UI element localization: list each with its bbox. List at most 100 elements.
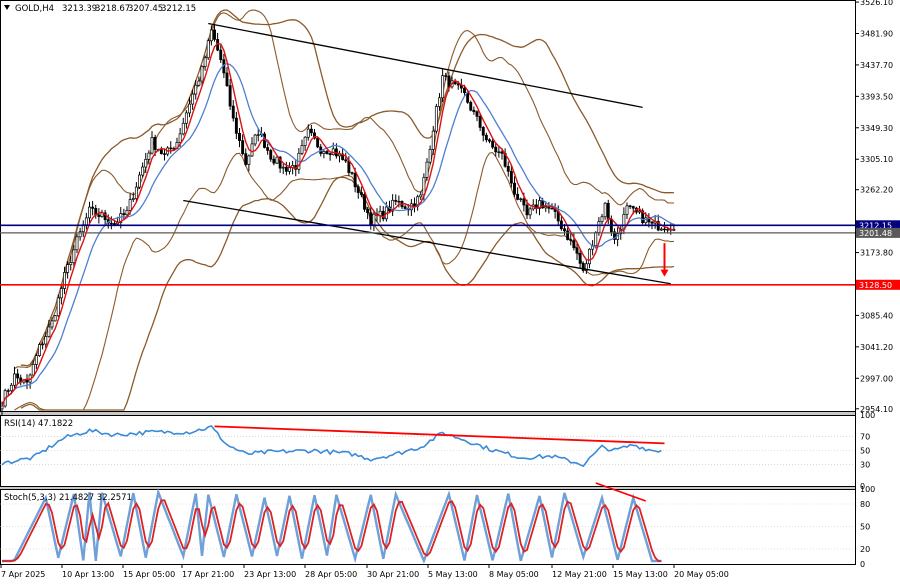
symbol-label: GOLD,H4	[15, 4, 54, 14]
candle	[197, 76, 201, 87]
price-level-tag-label: 3128.50	[859, 281, 892, 290]
candle	[53, 314, 57, 322]
candle	[150, 131, 154, 155]
candle	[328, 152, 332, 161]
upper-bollinger-band	[14, 9, 674, 370]
ohlc-high: 3218.67	[95, 4, 130, 14]
candle	[203, 55, 207, 71]
candle	[516, 187, 520, 201]
candle	[269, 148, 273, 162]
trading-chart[interactable]: 3526.10 3481.90 3437.70 3393.50 3349.30 3305.…	[0, 0, 900, 584]
time-tick-label: 20 May 05:00	[674, 570, 729, 579]
candle	[322, 149, 326, 159]
candle	[100, 209, 104, 218]
time-tick-label: 15 May 13:00	[613, 570, 668, 579]
time-tick-label: 23 Apr 13:00	[244, 570, 296, 579]
candle	[331, 142, 335, 156]
candle	[131, 192, 135, 203]
channel-trendline[interactable]	[208, 22, 643, 109]
time-tick-label: 28 Apr 05:00	[305, 570, 357, 579]
candle	[484, 132, 488, 143]
candle	[497, 146, 501, 158]
candle	[381, 206, 385, 222]
candle	[234, 111, 238, 140]
candle	[13, 366, 16, 389]
stoch-tick-label: 50	[860, 523, 870, 532]
ohlc-open: 3213.39	[62, 4, 97, 14]
lower-bollinger-band	[14, 152, 674, 411]
candle	[231, 100, 235, 122]
price-tick-label: 3085.40	[860, 311, 893, 320]
candle	[38, 342, 41, 357]
rsi-tick-label: 50	[860, 447, 870, 456]
candle	[81, 220, 85, 238]
candle	[356, 184, 360, 199]
candle	[184, 110, 188, 129]
chart-canvas: 3526.10 3481.90 3437.70 3393.50 3349.30 3305.…	[0, 0, 900, 579]
candle	[159, 146, 163, 155]
candle	[141, 162, 145, 178]
candle	[472, 106, 476, 115]
candle	[553, 203, 557, 219]
candle	[250, 137, 254, 157]
candle	[413, 197, 416, 213]
candle	[244, 148, 248, 167]
candle	[325, 149, 329, 155]
price-tick-label: 3349.30	[860, 124, 893, 133]
rsi-divergence-trendline[interactable]	[214, 425, 665, 445]
outer-lower-band	[20, 176, 675, 411]
rsi-tick-label: 70	[860, 432, 870, 441]
candle	[431, 125, 435, 156]
candle	[34, 353, 38, 369]
candle	[594, 231, 598, 249]
channel-trendline[interactable]	[183, 199, 671, 285]
candle	[19, 374, 23, 386]
candle	[272, 155, 276, 166]
time-tick-label: 8 May 05:00	[489, 570, 539, 579]
down-arrow-icon	[660, 269, 669, 277]
time-tick-label: 10 Apr 13:00	[62, 570, 114, 579]
candle	[56, 294, 60, 318]
candle	[25, 374, 29, 390]
candle	[206, 38, 210, 60]
candle	[394, 194, 398, 205]
candle	[488, 138, 491, 144]
candle	[378, 205, 382, 223]
candle	[169, 141, 173, 154]
candle	[225, 67, 229, 87]
rsi-tick-label: 30	[860, 461, 870, 470]
ohlc-low: 3207.45	[128, 4, 163, 14]
candle	[591, 240, 595, 256]
candle	[84, 212, 88, 230]
candle	[628, 204, 632, 210]
candle	[425, 158, 429, 181]
candle	[288, 162, 291, 175]
candle	[613, 228, 616, 245]
candle	[338, 150, 341, 163]
candle	[47, 319, 51, 338]
candle	[519, 197, 523, 203]
time-tick-label: 5 May 13:00	[428, 570, 478, 579]
rsi-line	[1, 425, 662, 468]
candle	[659, 227, 663, 231]
candle	[403, 204, 407, 210]
price-tick-label: 2997.00	[860, 374, 893, 383]
panel-separator[interactable]	[0, 412, 855, 415]
panel-separator[interactable]	[0, 487, 855, 489]
candle	[513, 176, 516, 197]
candle	[531, 199, 535, 211]
candle	[91, 200, 95, 216]
candle	[506, 161, 510, 177]
candle	[372, 210, 376, 231]
rsi-panel: 1007050300RSI(14) 47.1822	[0, 411, 875, 491]
price-tick-label: 3526.10	[860, 0, 893, 7]
rsi-panel-frame	[0, 415, 856, 487]
candle	[253, 133, 257, 147]
candle	[138, 171, 141, 190]
candle	[266, 143, 270, 155]
rsi-label: RSI(14) 47.1822	[4, 419, 73, 429]
candle	[625, 202, 629, 220]
candle	[300, 139, 304, 156]
candle	[441, 68, 445, 103]
dropdown-triangle-icon[interactable]	[4, 5, 10, 10]
